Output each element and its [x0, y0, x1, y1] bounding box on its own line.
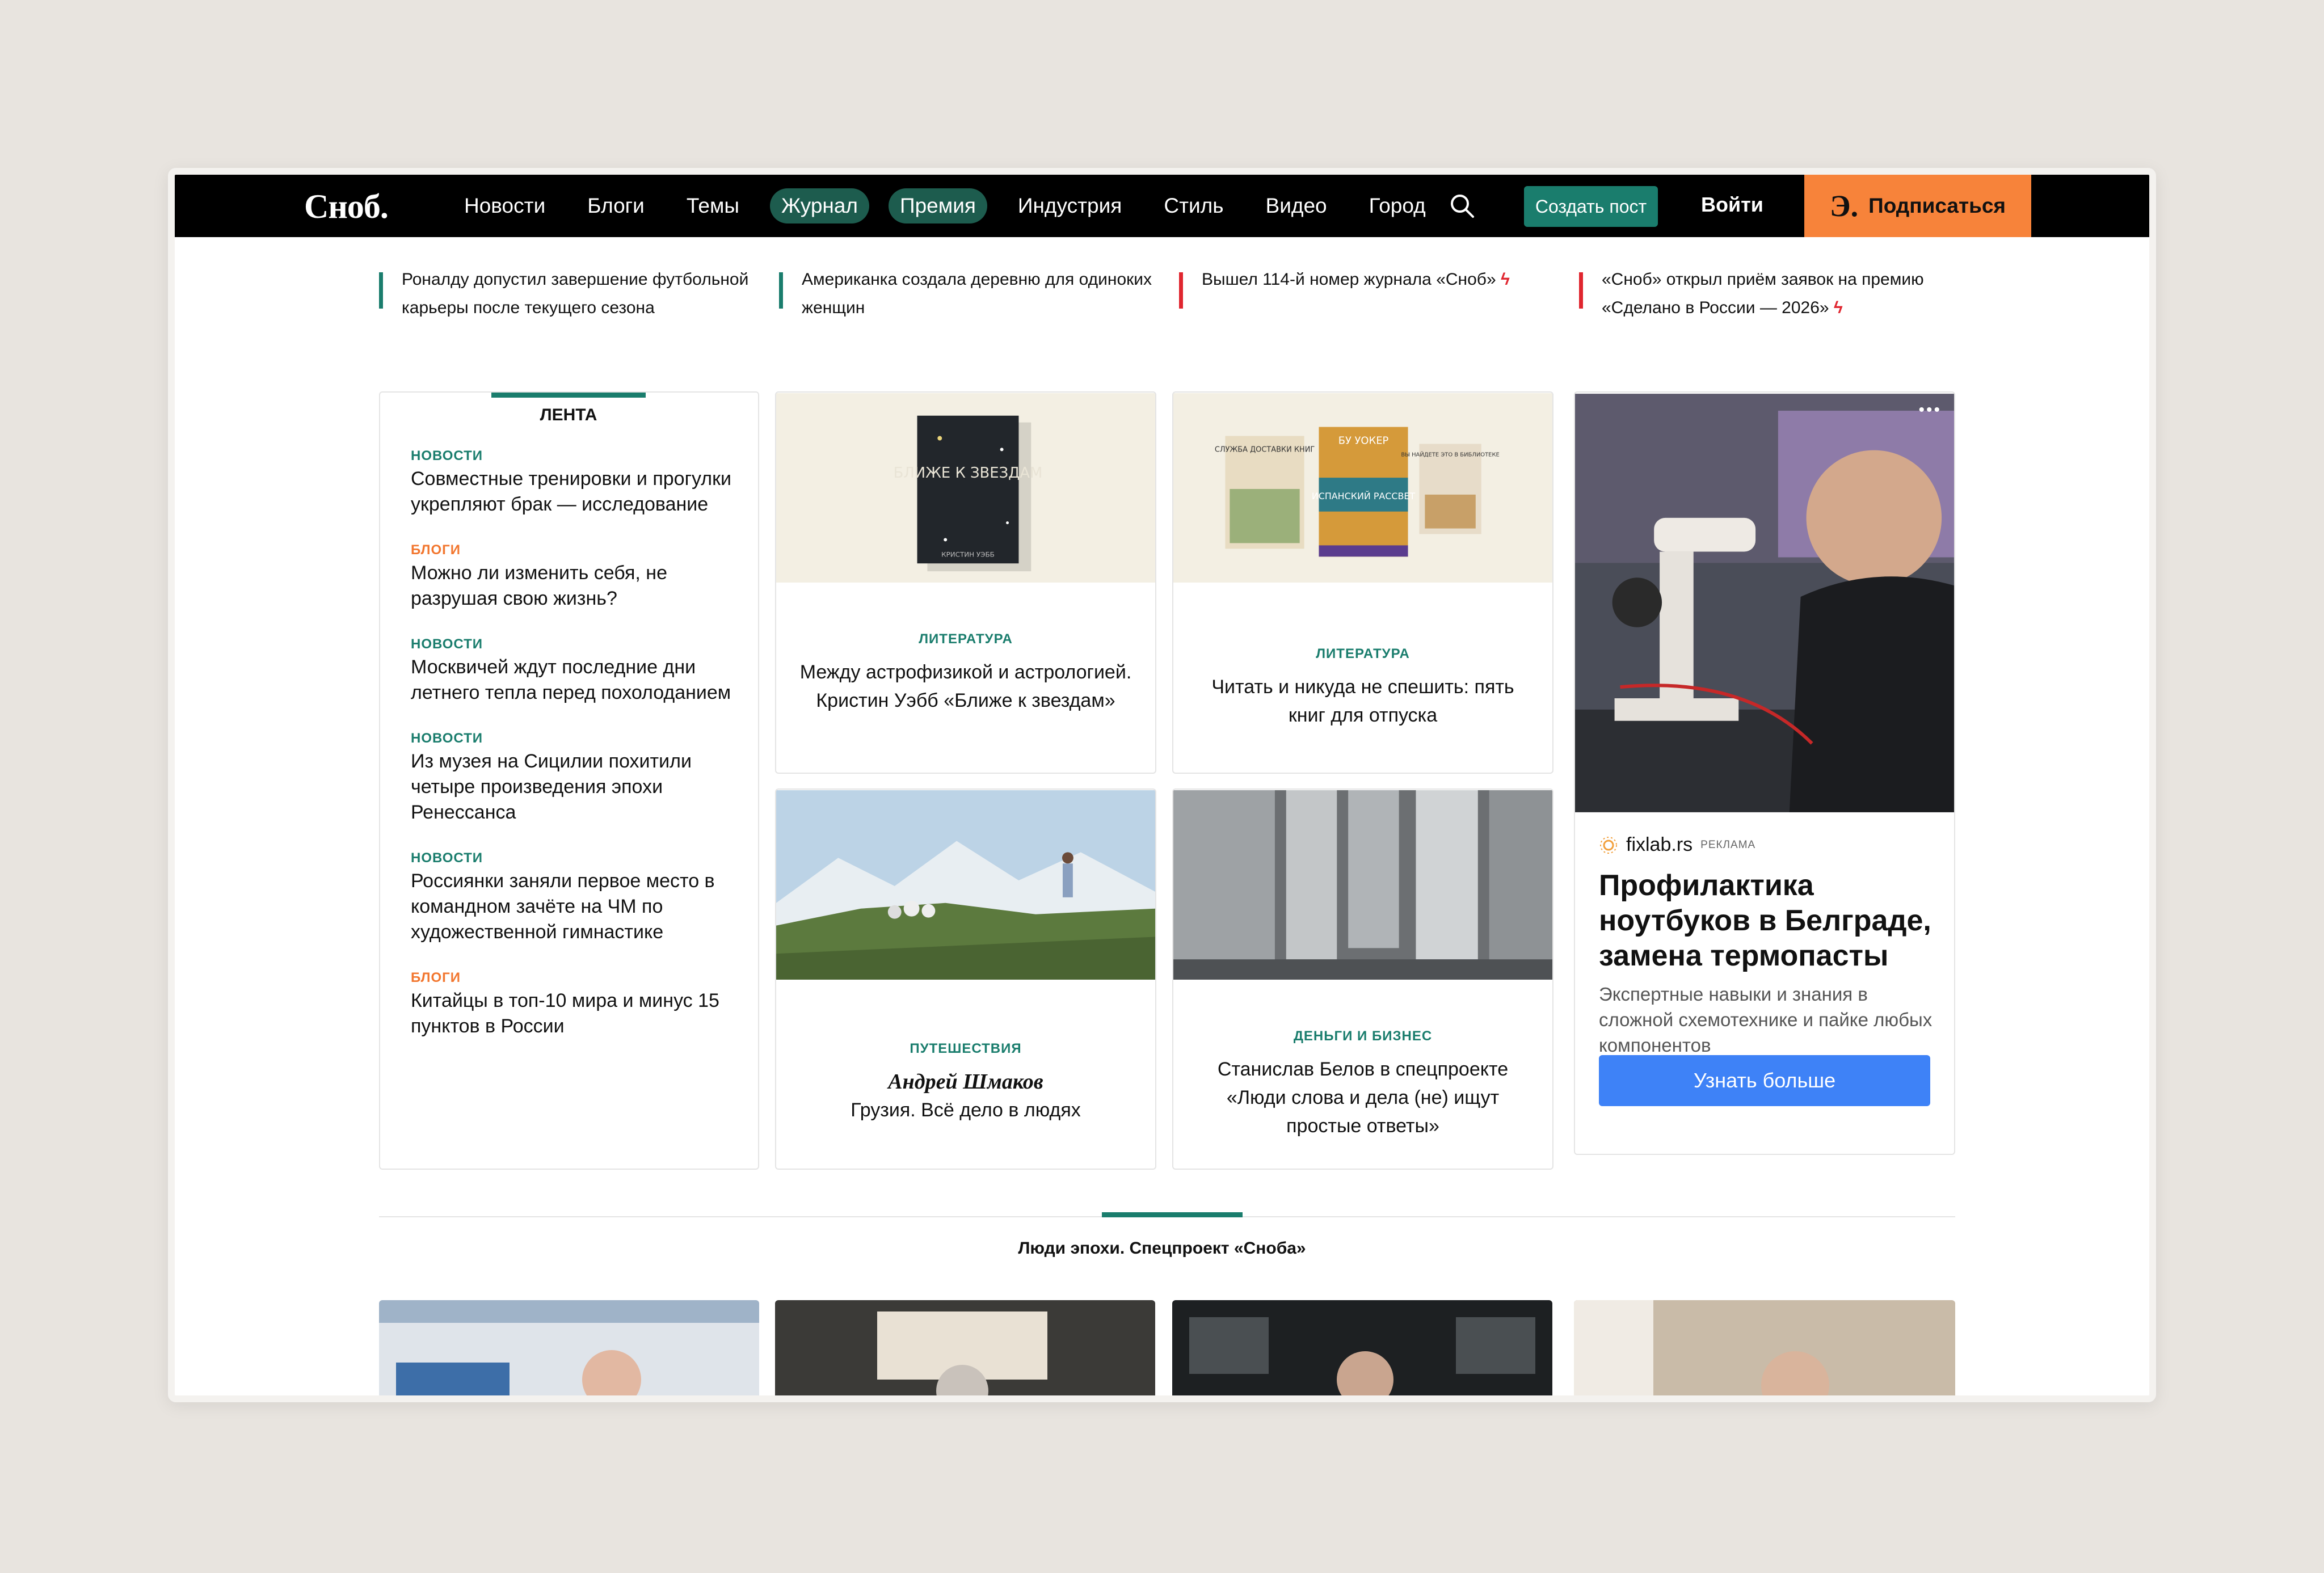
lightning-icon: ϟ	[1501, 270, 1510, 289]
card-body: ЛИТЕРАТУРА Между астрофизикой и астролог…	[799, 625, 1132, 715]
feed-category: БЛОГИ	[411, 542, 461, 558]
feed-item[interactable]: НОВОСТИ Москвичей ждут последние дни лет…	[411, 636, 734, 706]
feed-title: ЛЕНТА	[491, 393, 646, 425]
feed-item[interactable]: БЛОГИ Китайцы в топ-10 мира и минус 15 п…	[411, 970, 734, 1039]
article-card-books[interactable]: СЛУЖБА ДОСТАВКИ КНИГ БУ УОКЕР ИСПАНСКИЙ …	[1172, 391, 1553, 774]
login-link[interactable]: Войти	[1701, 193, 1763, 217]
feed-category: НОВОСТИ	[411, 448, 483, 463]
card-category: ЛИТЕРАТУРА	[1316, 646, 1410, 661]
article-card-book[interactable]: БЛИЖЕ К ЗВЕЗДАМ КРИСТИН УЭББ ЛИТЕРАТУРА …	[775, 391, 1156, 774]
feed-headline: Москвичей ждут последние дни летнего теп…	[411, 656, 731, 703]
feed-headline: Китайцы в топ-10 мира и минус 15 пунктов…	[411, 990, 719, 1037]
feed-item[interactable]: НОВОСТИ Россиянки заняли первое место в …	[411, 850, 734, 945]
nav-item-industry[interactable]: Индустрия	[1007, 188, 1133, 223]
nav-item-video[interactable]: Видео	[1254, 188, 1338, 223]
ad-description: Экспертные навыки и знания в сложной схе…	[1599, 984, 1933, 1056]
subscribe-glyph-icon: Э.	[1829, 189, 1859, 223]
browser-window: Сноб. Новости Блоги Темы Журнал Премия И…	[168, 168, 2156, 1402]
feed-item[interactable]: НОВОСТИ Совместные тренировки и прогулки…	[411, 448, 734, 517]
feed-item[interactable]: НОВОСТИ Из музея на Сицилии похитили чет…	[411, 731, 734, 825]
nav-item-city[interactable]: Город	[1358, 188, 1437, 223]
portrait-photo	[775, 1300, 1155, 1395]
brewery-photo	[1173, 790, 1552, 980]
nav-item-style[interactable]: Стиль	[1152, 188, 1235, 223]
feed-panel: ЛЕНТА НОВОСТИ Совместные тренировки и пр…	[379, 391, 759, 1170]
ticker-text: «Сноб» открыл приём заявок на премию «Сд…	[1602, 270, 1924, 317]
subscribe-label: Подписаться	[1868, 194, 2006, 217]
card-body: ПУТЕШЕСТВИЯ Андрей Шмаков Грузия. Всё де…	[799, 1035, 1132, 1124]
feed-category: НОВОСТИ	[411, 850, 483, 866]
nav-item-magazine[interactable]: Журнал	[770, 188, 870, 223]
book-cover-title: БЛИЖЕ К ЗВЕЗДАМ	[894, 465, 1043, 482]
site-logo[interactable]: Сноб.	[304, 187, 389, 226]
top-nav-bar: Сноб. Новости Блоги Темы Журнал Премия И…	[175, 175, 2149, 237]
ad-photo-microscope	[1575, 394, 1954, 812]
card-category: ДЕНЬГИ И БИЗНЕС	[1293, 1028, 1433, 1044]
project-thumbnail[interactable]	[775, 1300, 1155, 1395]
ticker-item[interactable]: Американка создала деревню для одиноких …	[779, 265, 1179, 322]
project-thumbnail[interactable]	[379, 1300, 759, 1395]
ticker-item[interactable]: Роналду допустил завершение футбольной к…	[379, 265, 779, 322]
ticker-text: Роналду допустил завершение футбольной к…	[402, 270, 749, 317]
card-body: ЛИТЕРАТУРА Читать и никуда не спешить: п…	[1196, 640, 1530, 729]
ad-brand[interactable]: fixlab.rs РЕКЛАМА	[1599, 834, 1755, 856]
ad-card[interactable]: ••• fixlab.rs РЕКЛАМА Профилактика ноутб…	[1574, 391, 1955, 1155]
book-cover-title: СЛУЖБА ДОСТАВКИ КНИГ	[1215, 445, 1315, 454]
main-nav: Новости Блоги Темы Журнал Премия Индустр…	[453, 175, 1456, 237]
learn-more-button[interactable]: Узнать больше	[1599, 1055, 1930, 1106]
create-post-button[interactable]: Создать пост	[1524, 186, 1658, 227]
feed-category: БЛОГИ	[411, 970, 461, 985]
card-category: ЛИТЕРАТУРА	[919, 631, 1013, 647]
nav-item-award[interactable]: Премия	[889, 188, 987, 223]
sun-icon	[1600, 836, 1617, 854]
book-cover-author: БУ УОКЕР	[1338, 435, 1389, 446]
more-options-icon[interactable]: •••	[1918, 400, 1942, 420]
feed-item[interactable]: БЛОГИ Можно ли изменить себя, не разруша…	[411, 542, 734, 612]
nav-item-blogs[interactable]: Блоги	[576, 188, 656, 223]
book-cover-title: ИСПАНСКИЙ РАССВЕТ	[1312, 491, 1416, 501]
portrait-photo	[1172, 1300, 1552, 1395]
article-card-travel[interactable]: ПУТЕШЕСТВИЯ Андрей Шмаков Грузия. Всё де…	[775, 788, 1156, 1170]
book-cover-author: КРИСТИН УЭББ	[941, 550, 995, 558]
ticker-text: Вышел 114-й номер журнала «Сноб»	[1202, 270, 1496, 289]
feed-category: НОВОСТИ	[411, 636, 483, 652]
project-thumbnail[interactable]	[1574, 1300, 1955, 1395]
ticker-text: Американка создала деревню для одиноких …	[802, 270, 1152, 317]
ad-brand-name: fixlab.rs	[1626, 834, 1693, 855]
portrait-photo	[1574, 1300, 1955, 1395]
card-headline: Читать и никуда не спешить: пять книг дл…	[1211, 676, 1514, 726]
book-cover-image: БЛИЖЕ К ЗВЕЗДАМ КРИСТИН УЭББ	[776, 393, 1155, 583]
card-headline: Грузия. Всё дело в людях	[851, 1099, 1081, 1121]
project-thumbnail[interactable]	[1172, 1300, 1552, 1395]
nav-item-news[interactable]: Новости	[453, 188, 557, 223]
card-headline: Между астрофизикой и астрологией. Кристи…	[799, 661, 1132, 711]
subscribe-button[interactable]: Э. Подписаться	[1804, 175, 2031, 237]
mountain-photo	[776, 790, 1155, 980]
feed-headline: Россиянки заняли первое место в командно…	[411, 870, 715, 943]
feed-headline: Совместные тренировки и прогулки укрепля…	[411, 468, 731, 515]
card-body: ДЕНЬГИ И БИЗНЕС Станислав Белов в спецпр…	[1196, 1022, 1530, 1140]
feed-category: НОВОСТИ	[411, 731, 483, 746]
article-card-business[interactable]: ДЕНЬГИ И БИЗНЕС Станислав Белов в спецпр…	[1172, 788, 1553, 1170]
feed-headline: Из музея на Сицилии похитили четыре прои…	[411, 750, 692, 823]
books-image: СЛУЖБА ДОСТАВКИ КНИГ БУ УОКЕР ИСПАНСКИЙ …	[1173, 393, 1552, 583]
nav-item-topics[interactable]: Темы	[675, 188, 751, 223]
ad-title[interactable]: Профилактика ноутбуков в Белграде, замен…	[1599, 868, 1939, 973]
section-title[interactable]: Люди эпохи. Спецпроект «Сноба»	[175, 1239, 2149, 1258]
ticker-item[interactable]: Вышел 114-й номер журнала «Сноб» ϟ	[1179, 265, 1579, 322]
card-author: Андрей Шмаков	[888, 1070, 1043, 1094]
search-icon[interactable]	[1448, 192, 1476, 220]
feed-headline: Можно ли изменить себя, не разрушая свою…	[411, 562, 667, 609]
portrait-photo	[379, 1300, 759, 1395]
book-cover-title: ВЫ НАЙДЕТЕ ЭТО В БИБЛИОТЕКЕ	[1401, 450, 1499, 458]
ticker-item[interactable]: «Сноб» открыл приём заявок на премию «Сд…	[1579, 265, 1979, 322]
lightning-icon: ϟ	[1833, 298, 1843, 317]
news-ticker: Роналду допустил завершение футбольной к…	[379, 265, 1979, 322]
card-headline: Станислав Белов в спецпроекте «Люди слов…	[1217, 1058, 1509, 1137]
feed-list: НОВОСТИ Совместные тренировки и прогулки…	[411, 448, 734, 1064]
card-category: ПУТЕШЕСТВИЯ	[910, 1041, 1022, 1056]
section-accent-bar	[1102, 1212, 1243, 1217]
ad-label: РЕКЛАМА	[1700, 838, 1756, 851]
